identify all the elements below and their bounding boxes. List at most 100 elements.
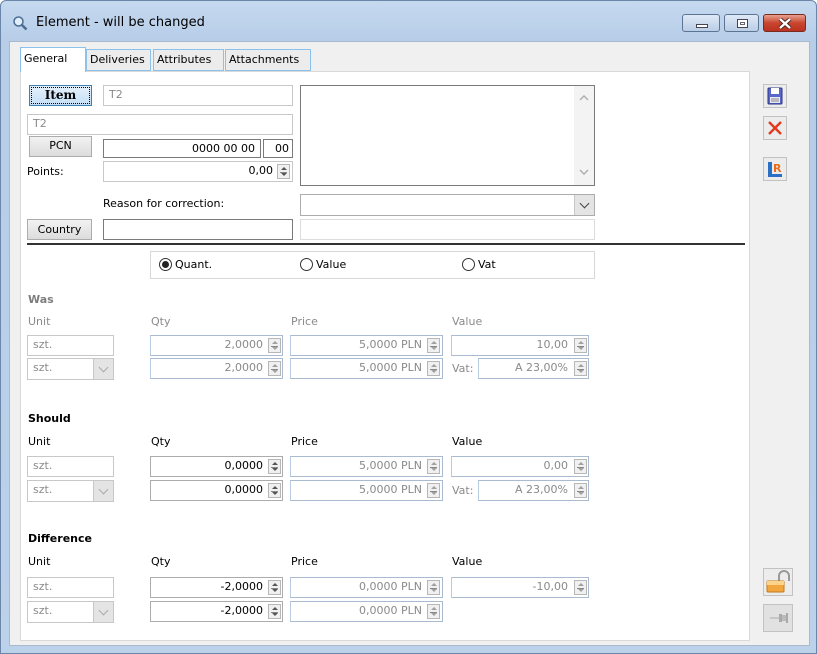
should-price2-field: 5,0000 PLN bbox=[290, 480, 443, 501]
difference-title: Difference bbox=[28, 532, 92, 545]
cancel-button[interactable] bbox=[763, 116, 787, 140]
difference-qty2-field[interactable]: -2,0000 bbox=[150, 601, 283, 622]
spinner-divider bbox=[430, 587, 437, 589]
should-value-field: 0,00 bbox=[451, 456, 589, 477]
was-price-field: 5,0000 PLN bbox=[290, 335, 443, 356]
cancel-icon bbox=[768, 121, 782, 135]
general-panel: Item T2 T2 PCN 0000 00 00 00 Points: 0,0… bbox=[20, 71, 750, 641]
item-code-field[interactable]: T2 bbox=[103, 85, 293, 106]
points-field[interactable]: 0,00 bbox=[103, 161, 293, 182]
chevron-down-icon bbox=[93, 602, 113, 622]
should-qty2-field[interactable]: 0,0000 bbox=[150, 480, 283, 501]
price-header: Price bbox=[291, 315, 318, 328]
tab-attributes[interactable]: Attributes bbox=[153, 49, 224, 71]
unit-header: Unit bbox=[28, 315, 51, 328]
radio-unselected-icon bbox=[300, 258, 313, 271]
svg-text:R: R bbox=[773, 162, 782, 175]
pcn-code-field[interactable]: 0000 00 00 bbox=[103, 139, 261, 158]
difference-value-field: -10,00 bbox=[451, 577, 589, 598]
was-vat-field: A 23,00% bbox=[478, 358, 589, 379]
pin-icon bbox=[770, 613, 788, 623]
should-unit-field: szt. bbox=[27, 456, 114, 477]
dialog-window: Element - will be changed General Delive… bbox=[0, 0, 817, 654]
was-price2-field: 5,0000 PLN bbox=[290, 358, 443, 379]
spinner-divider bbox=[280, 171, 287, 173]
should-vat-field: A 23,00% bbox=[478, 480, 589, 501]
unlock-button[interactable] bbox=[763, 568, 793, 596]
qty-header: Qty bbox=[151, 555, 171, 568]
was-qty2-spinner bbox=[268, 361, 281, 376]
value-header: Value bbox=[452, 315, 483, 328]
should-price2-spinner bbox=[427, 483, 440, 498]
close-icon bbox=[778, 18, 792, 29]
magnifier-icon bbox=[13, 16, 28, 31]
price-header: Price bbox=[291, 555, 318, 568]
tab-deliveries[interactable]: Deliveries bbox=[86, 49, 151, 71]
country-name-field bbox=[300, 219, 595, 240]
tab-general[interactable]: General bbox=[20, 47, 86, 72]
description-memo[interactable] bbox=[300, 85, 595, 186]
report-icon: R bbox=[768, 162, 782, 177]
title-bar[interactable]: Element - will be changed bbox=[1, 1, 816, 41]
radio-quant-label: Quant. bbox=[175, 258, 213, 271]
radio-vat[interactable]: Vat bbox=[462, 258, 496, 272]
difference-qty-field[interactable]: -2,0000 bbox=[150, 577, 283, 598]
should-qty-spinner[interactable] bbox=[268, 459, 281, 474]
window-title: Element - will be changed bbox=[36, 15, 205, 30]
difference-qty-spinner[interactable] bbox=[268, 580, 281, 595]
reason-label: Reason for correction: bbox=[103, 197, 224, 210]
spinner-divider bbox=[577, 345, 584, 347]
difference-qty2-spinner[interactable] bbox=[268, 604, 281, 619]
was-price-spinner bbox=[427, 338, 440, 353]
pcn-suffix-field[interactable]: 00 bbox=[263, 139, 293, 158]
minimize-icon bbox=[696, 24, 708, 28]
memo-scrollbar[interactable] bbox=[574, 86, 594, 185]
was-price2-spinner bbox=[427, 361, 440, 376]
was-unit-field: szt. bbox=[27, 335, 114, 356]
close-button[interactable] bbox=[763, 14, 806, 32]
was-qty2-field: 2,0000 bbox=[150, 358, 283, 379]
chevron-down-icon bbox=[93, 359, 113, 379]
chevron-down-icon bbox=[93, 481, 113, 501]
pcn-button[interactable]: PCN bbox=[29, 136, 92, 157]
scroll-up-icon[interactable] bbox=[579, 95, 589, 101]
spinner-divider bbox=[271, 490, 278, 492]
value-header: Value bbox=[452, 555, 483, 568]
should-qty-field[interactable]: 0,0000 bbox=[150, 456, 283, 477]
should-vat-spinner bbox=[574, 483, 587, 498]
maximize-button[interactable] bbox=[724, 14, 759, 32]
should-price-spinner bbox=[427, 459, 440, 474]
was-value-spinner bbox=[574, 338, 587, 353]
report-button[interactable]: R bbox=[763, 157, 787, 181]
was-value-field: 10,00 bbox=[451, 335, 589, 356]
radio-selected-icon bbox=[159, 258, 172, 271]
reason-combo[interactable] bbox=[300, 194, 595, 216]
difference-value-spinner bbox=[574, 580, 587, 595]
country-field[interactable] bbox=[103, 219, 293, 240]
save-button[interactable] bbox=[763, 84, 787, 108]
radio-quant[interactable]: Quant. bbox=[159, 258, 212, 272]
pin-button[interactable] bbox=[763, 604, 793, 632]
country-button[interactable]: Country bbox=[27, 219, 92, 240]
spinner-divider bbox=[430, 466, 437, 468]
difference-price-field: 0,0000 PLN bbox=[290, 577, 443, 598]
should-value-spinner bbox=[574, 459, 587, 474]
spinner-divider bbox=[271, 466, 278, 468]
chevron-down-icon[interactable] bbox=[574, 195, 594, 215]
item-name-field[interactable]: T2 bbox=[27, 114, 293, 135]
should-qty2-spinner[interactable] bbox=[268, 483, 281, 498]
tab-attachments[interactable]: Attachments bbox=[225, 49, 311, 71]
was-qty-field: 2,0000 bbox=[150, 335, 283, 356]
item-button[interactable]: Item bbox=[29, 85, 92, 106]
difference-price2-field: 0,0000 PLN bbox=[290, 601, 443, 622]
scroll-down-icon[interactable] bbox=[579, 169, 589, 175]
was-qty-spinner bbox=[268, 338, 281, 353]
points-spinner[interactable] bbox=[277, 164, 290, 179]
radio-value[interactable]: Value bbox=[300, 258, 346, 272]
minimize-button[interactable] bbox=[682, 14, 720, 32]
spinner-divider bbox=[577, 490, 584, 492]
spinner-divider bbox=[430, 611, 437, 613]
was-title: Was bbox=[28, 293, 54, 306]
difference-unit-field: szt. bbox=[27, 577, 114, 598]
unit-header: Unit bbox=[28, 555, 51, 568]
